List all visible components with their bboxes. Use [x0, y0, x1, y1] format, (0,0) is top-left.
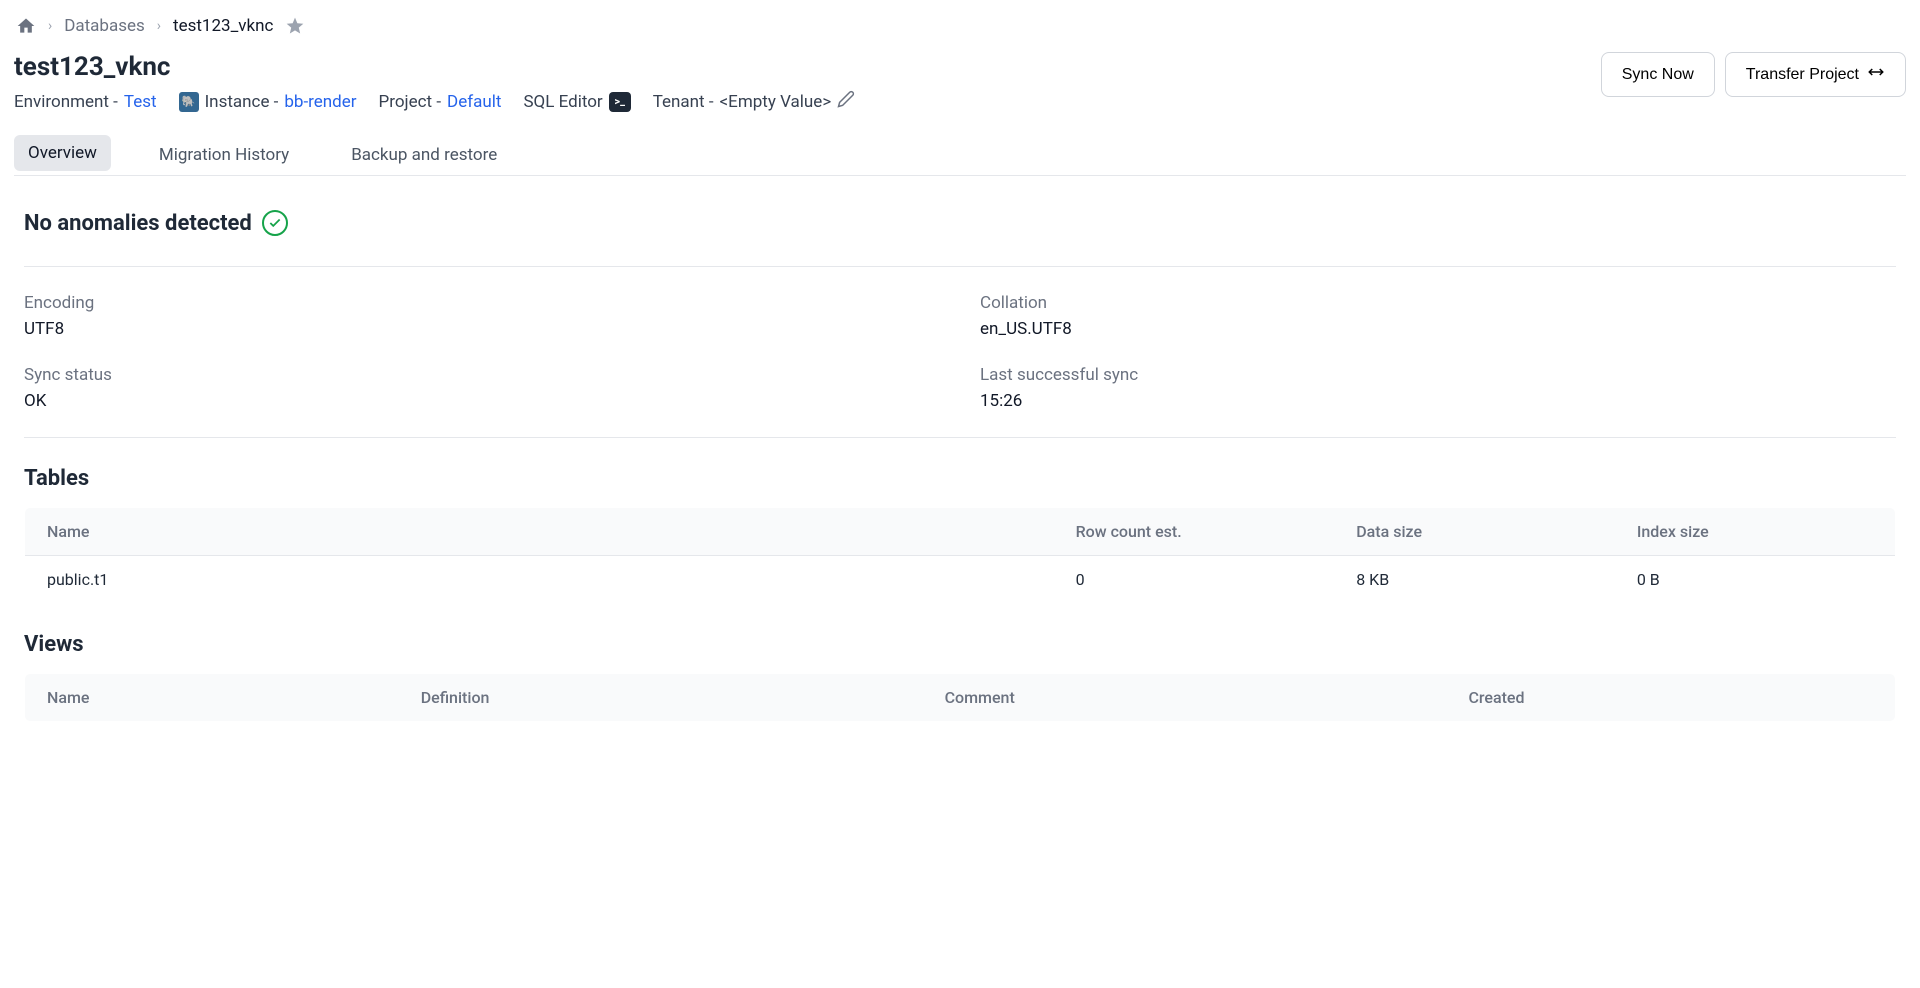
transfer-icon [1867, 63, 1885, 86]
tables-header-name: Name [25, 508, 1054, 556]
info-grid: Encoding UTF8 Collation en_US.UTF8 Sync … [24, 267, 1896, 437]
chevron-right-icon: › [48, 18, 52, 34]
transfer-project-button[interactable]: Transfer Project [1725, 52, 1906, 97]
chevron-right-icon: › [157, 18, 161, 34]
breadcrumb-databases[interactable]: Databases [64, 16, 145, 36]
last-sync-label: Last successful sync [980, 365, 1896, 385]
terminal-icon: >_ [609, 92, 631, 112]
views-title: Views [24, 632, 1896, 657]
views-header-definition: Definition [399, 674, 923, 722]
anomaly-status: No anomalies detected [24, 176, 1896, 266]
sync-status-label: Sync status [24, 365, 940, 385]
project-meta: Project - Default [379, 92, 502, 112]
home-icon[interactable] [16, 16, 36, 36]
sql-editor-link[interactable]: SQL Editor >_ [523, 92, 630, 112]
tables-header-data-size: Data size [1334, 508, 1615, 556]
tabs: Overview Migration History Backup and re… [14, 135, 1906, 176]
views-table: Name Definition Comment Created [24, 673, 1896, 722]
views-header-comment: Comment [923, 674, 1447, 722]
tab-backup-restore[interactable]: Backup and restore [337, 135, 511, 175]
edit-tenant-icon[interactable] [837, 90, 855, 113]
tenant-meta: Tenant - <Empty Value> [653, 90, 856, 113]
sync-now-button[interactable]: Sync Now [1601, 52, 1715, 97]
tab-migration-history[interactable]: Migration History [145, 135, 303, 175]
encoding-label: Encoding [24, 293, 940, 313]
views-header-created: Created [1446, 674, 1895, 722]
views-header-name: Name [25, 674, 399, 722]
page-title: test123_vknc [14, 52, 855, 82]
tab-overview[interactable]: Overview [14, 135, 111, 171]
collation-value: en_US.UTF8 [980, 319, 1896, 339]
check-circle-icon [262, 210, 288, 236]
instance-meta: 🐘 Instance - bb-render [179, 92, 357, 112]
tables-title: Tables [24, 466, 1896, 491]
sync-status-value: OK [24, 391, 940, 411]
tables-header-index-size: Index size [1615, 508, 1896, 556]
project-link[interactable]: Default [447, 92, 501, 112]
breadcrumb-current: test123_vknc [173, 16, 273, 36]
postgres-icon: 🐘 [179, 92, 199, 112]
breadcrumb: › Databases › test123_vknc [14, 10, 1906, 46]
table-row[interactable]: public.t1 0 8 KB 0 B [25, 556, 1896, 604]
environment-meta: Environment - Test [14, 92, 157, 112]
encoding-value: UTF8 [24, 319, 940, 339]
last-sync-value: 15:26 [980, 391, 1896, 411]
tables-header-row-count: Row count est. [1054, 508, 1335, 556]
instance-link[interactable]: bb-render [284, 92, 356, 112]
tables-table: Name Row count est. Data size Index size… [24, 507, 1896, 604]
environment-link[interactable]: Test [124, 92, 157, 112]
star-icon[interactable] [285, 16, 305, 36]
collation-label: Collation [980, 293, 1896, 313]
